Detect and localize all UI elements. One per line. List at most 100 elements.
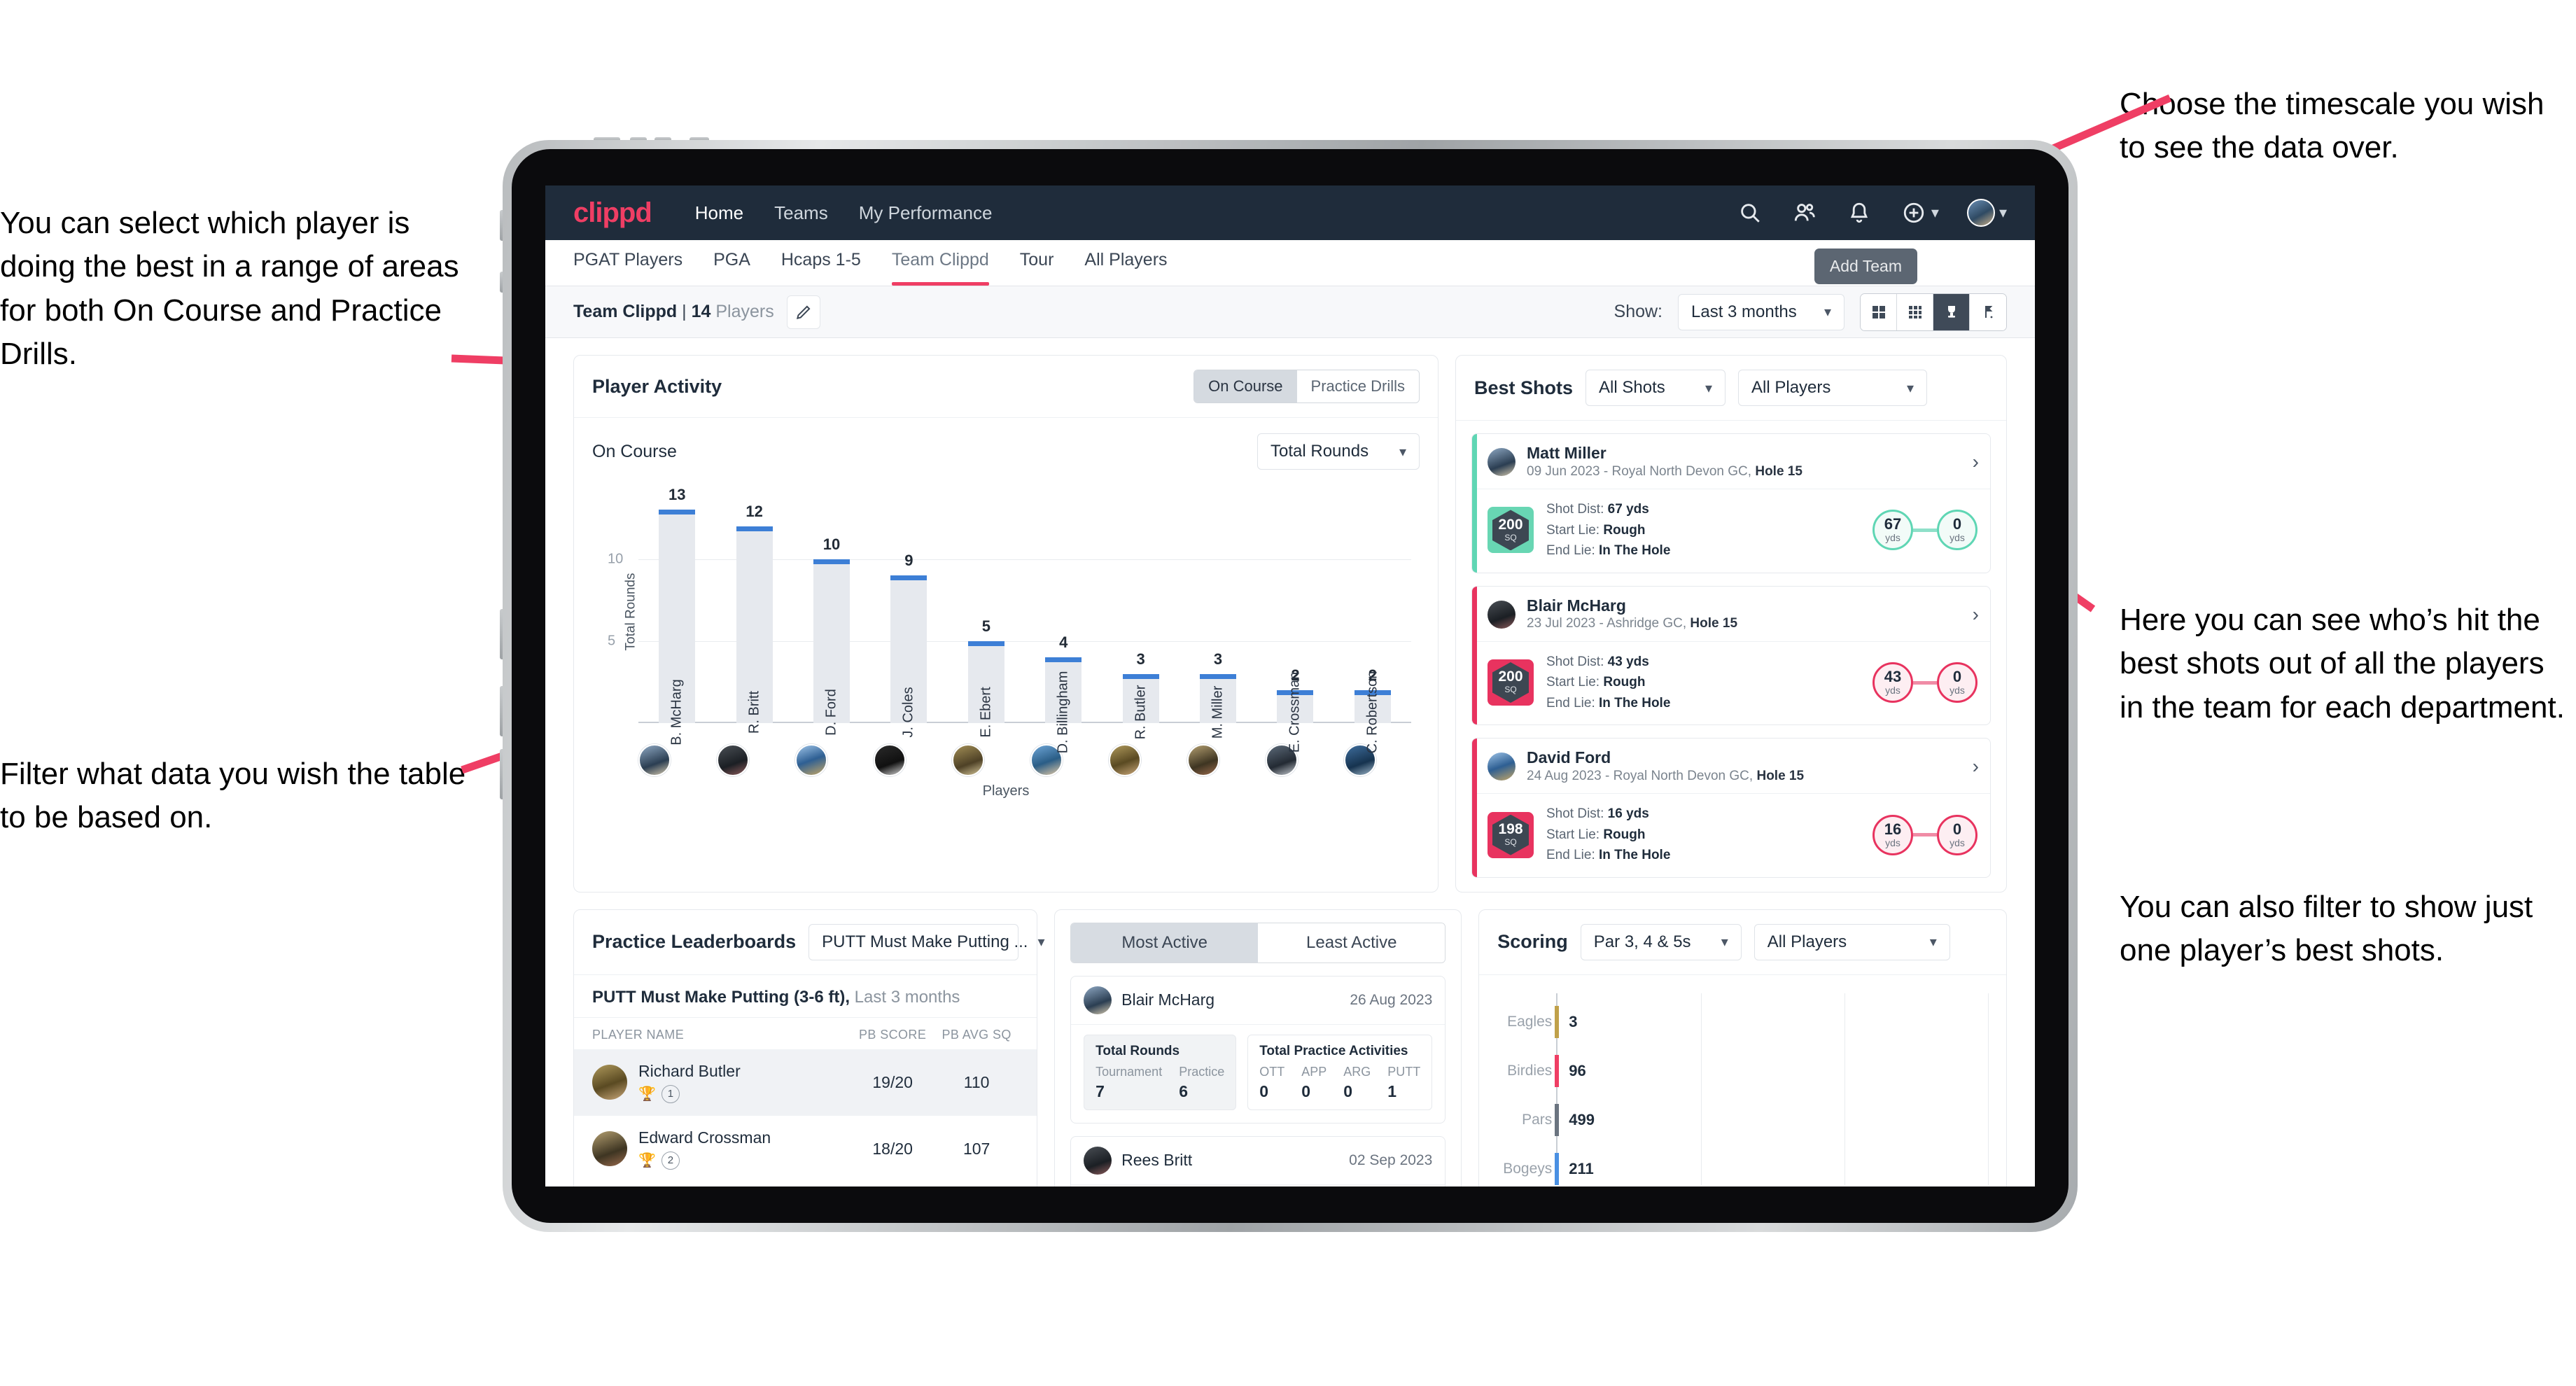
nav-link-home[interactable]: Home [695,202,743,224]
best-shot-card[interactable]: Blair McHarg 23 Jul 2023 - Ashridge GC, H… [1471,585,1991,726]
bar-value-label: 12 [746,502,763,520]
bar-column[interactable]: 5 E. Ebert [948,493,1025,738]
bar[interactable]: 3 R. Butler [1122,650,1159,739]
scoring-bar-row[interactable]: Eagles 3 [1507,1005,1578,1038]
activity-player-card[interactable]: Rees Britt 02 Sep 2023 Total RoundsTournam… [1070,1135,1446,1186]
shot-end-value: 0 [1952,668,1962,686]
bar[interactable]: 2 E. Crossman [1277,666,1314,752]
search-icon[interactable] [1737,200,1763,226]
best-shot-card[interactable]: David Ford 24 Aug 2023 - Royal North Devo… [1471,738,1991,878]
leaderboard-player-name: Edward Crossman [638,1128,771,1147]
bar-column[interactable]: 10 D. Ford [793,493,870,736]
bar[interactable]: 5 E. Ebert [967,617,1004,738]
distance-connector [1913,528,1937,532]
practice-leaderboards-title: Practice Leaderboards [592,931,797,953]
view-grid-large-icon[interactable] [1861,293,1897,330]
bar[interactable]: 9 J. Coles [890,552,927,738]
chevron-right-icon[interactable]: › [1973,451,1979,473]
people-icon[interactable] [1791,200,1818,226]
tab-most-active[interactable]: Most Active [1071,923,1259,962]
par-filter-select[interactable]: Par 3, 4 & 5s ▾ [1580,923,1742,960]
activity-player-card[interactable]: Blair McHarg 26 Aug 2023 Total Rounds Tourn… [1070,975,1446,1124]
timescale-select[interactable]: Last 3 months ▾ [1678,293,1844,330]
team-name: Team Clippd [573,302,678,321]
best-shot-identity: David Ford 24 Aug 2023 - Royal North Devo… [1527,748,1804,785]
segment-on-course[interactable]: On Course [1194,370,1297,402]
drill-select[interactable]: PUTT Must Make Putting ... ▾ [808,923,1045,960]
account-menu[interactable]: ▾ [1966,199,2007,227]
table-row[interactable]: Richard Butler 🏆 1 19/20 110 [574,1049,1037,1116]
view-toggle-group [1860,293,2007,331]
clippd-logo[interactable]: clippd [573,197,652,229]
tab-team-clippd[interactable]: Team Clippd [891,250,989,286]
pb-score-value: 19/20 [872,1072,913,1091]
player-avatar[interactable] [717,744,749,776]
tab-all-players[interactable]: All Players [1084,250,1167,276]
player-avatar[interactable] [795,744,827,776]
avatar[interactable] [1966,199,1995,227]
bar-column[interactable]: 4 D. Billingham [1025,493,1102,753]
scoring-bar-row[interactable]: Birdies 96 [1507,1054,1586,1087]
best-shots-player-select[interactable]: All Players ▾ [1738,370,1928,406]
annotation-timescale: Choose the timescale you wish to see the… [2120,87,2544,165]
bar-column[interactable]: 13 B. McHarg [638,486,715,746]
player-avatar[interactable] [874,744,906,776]
bar[interactable]: 12 R. Britt [736,503,773,734]
player-avatar[interactable] [638,744,671,776]
bell-icon[interactable] [1846,200,1872,226]
bar[interactable]: 2 C. Robertson [1354,666,1391,753]
bar-column[interactable]: 2 E. Crossman [1256,493,1334,752]
bar-column[interactable]: 12 R. Britt [715,493,792,734]
nav-actions: ▾ ▾ [1737,199,2007,227]
bar[interactable]: 13 B. McHarg [659,486,696,746]
add-menu[interactable]: ▾ [1900,200,1939,226]
leaderboard-subtitle: PUTT Must Make Putting (3-6 ft), Last 3 … [574,975,1037,1018]
chevron-right-icon[interactable]: › [1973,603,1979,626]
view-grid-small-icon[interactable] [1897,293,1933,330]
scoring-player-value: All Players [1767,932,1847,951]
table-row[interactable]: Edward Crossman 🏆 2 18/20 107 [574,1116,1037,1182]
player-avatar[interactable] [1187,744,1219,776]
rank-badge: 1 [661,1084,680,1103]
bar-value-label: 3 [1213,650,1223,668]
view-golf-flag-icon[interactable] [1970,293,2006,330]
bar[interactable]: 3 M. Miller [1200,650,1237,738]
bar-column[interactable]: 3 M. Miller [1180,493,1256,738]
segment-practice-drills[interactable]: Practice Drills [1296,370,1419,402]
pb-avg-sq-value: 107 [962,1139,990,1158]
scoring-player-select[interactable]: All Players ▾ [1754,923,1950,960]
view-trophy-icon[interactable] [1933,293,1970,330]
tab-pgat-players[interactable]: PGAT Players [573,250,682,276]
bar-column[interactable]: 3 R. Butler [1102,493,1179,739]
bar-column[interactable]: 2 C. Robertson [1334,493,1411,753]
bar[interactable]: 4 D. Billingham [1045,634,1082,753]
chevron-down-icon: ▾ [1906,380,1914,396]
player-avatar[interactable] [952,744,984,776]
metric-select[interactable]: Total Rounds ▾ [1257,433,1420,470]
tab-least-active[interactable]: Least Active [1258,923,1446,962]
tab-hcaps-1-5[interactable]: Hcaps 1-5 [781,250,861,276]
shot-type-select[interactable]: All Shots ▾ [1586,370,1726,406]
best-shot-card[interactable]: Matt Miller 09 Jun 2023 - Royal North Dev… [1471,433,1991,573]
bar-column[interactable]: 9 J. Coles [870,493,947,738]
scoring-bar-row[interactable]: Pars 499 [1522,1103,1595,1136]
bar[interactable]: 10 D. Ford [813,536,850,736]
shot-dist-value: 16 yds [1607,806,1649,822]
scoring-category-label: Bogeys [1503,1160,1553,1177]
hexagon-icon: 200 SQ [1492,662,1529,704]
edit-team-button[interactable] [786,295,820,329]
shot-start-distance: 16 yds [1872,814,1913,855]
nav-link-my-performance[interactable]: My Performance [859,202,993,224]
bar-value-label: 9 [904,552,913,570]
player-avatar[interactable] [1109,744,1141,776]
shot-quality-value: 198 [1498,820,1523,837]
tab-pga[interactable]: PGA [713,250,750,276]
nav-link-teams[interactable]: Teams [774,202,828,224]
chevron-right-icon[interactable]: › [1973,755,1979,778]
annotation-filter-player: You can also filter to show just one pla… [2120,890,2533,968]
tab-tour[interactable]: Tour [1020,250,1054,276]
rank-badge: 2 [661,1151,680,1170]
scoring-header: Scoring Par 3, 4 & 5s ▾ All Players ▾ [1479,910,2006,975]
plus-circle-icon[interactable] [1900,200,1927,226]
scoring-bar-row[interactable]: Bogeys 211 [1503,1152,1594,1185]
